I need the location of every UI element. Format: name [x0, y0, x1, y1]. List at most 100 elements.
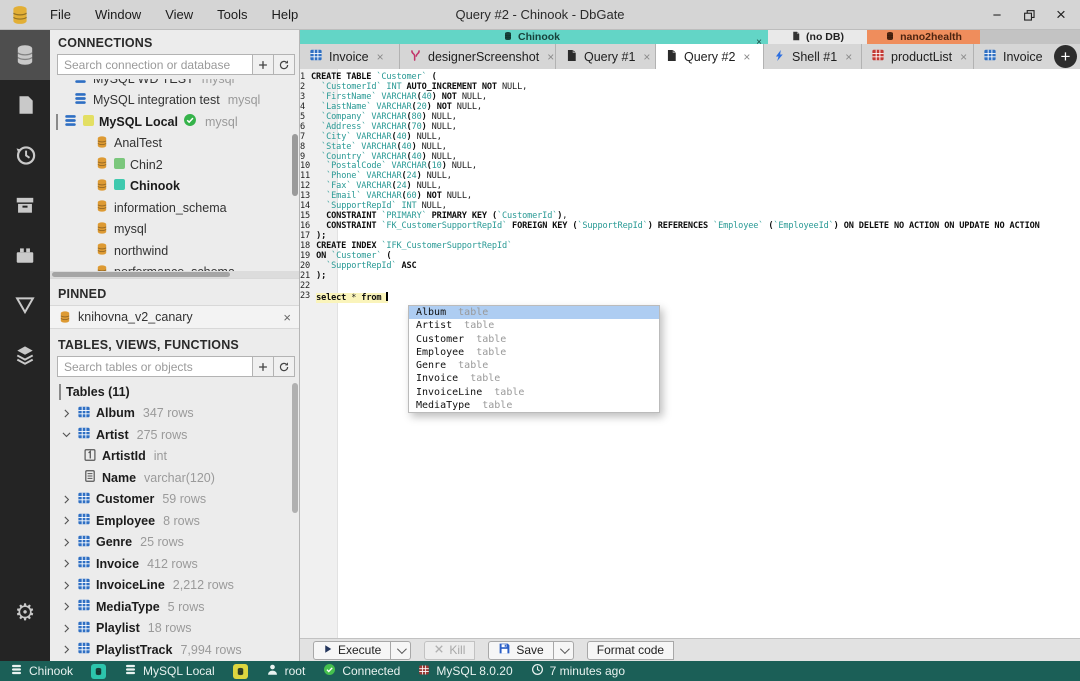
autocomplete-item-customer[interactable]: Customer table	[409, 333, 659, 346]
statusbar-database-label: Chinook	[29, 664, 74, 678]
button-label: Execute	[338, 643, 382, 657]
settings-icon[interactable]: ⚙	[0, 587, 50, 637]
button-label: Format code	[596, 643, 665, 657]
table-item[interactable]: Invoice 412 rows	[50, 553, 299, 575]
execute-button[interactable]: Execute	[313, 640, 392, 660]
menu-file[interactable]: File	[40, 3, 81, 26]
table-item[interactable]: PlaylistTrack 7,994 rows	[50, 639, 299, 661]
statusbar-last-refresh[interactable]: 7 minutes ago	[531, 663, 625, 679]
statusbar-server-version[interactable]: MySQL 8.0.20	[418, 664, 513, 679]
autocomplete-item-genre[interactable]: Genre table	[409, 359, 659, 372]
autocomplete-item-invoiceline[interactable]: InvoiceLine table	[409, 386, 659, 399]
unpin-close-icon[interactable]: ×	[283, 310, 291, 325]
history-icon[interactable]	[0, 130, 50, 180]
format-code-button[interactable]: Format code	[586, 640, 675, 660]
engine-label: mysql	[199, 79, 235, 86]
statusbar-user[interactable]: root	[266, 663, 305, 679]
database-item[interactable]: northwind	[50, 240, 299, 262]
add-object-button[interactable]	[253, 356, 274, 377]
objects-vertical-scrollbar[interactable]	[292, 383, 298, 513]
add-connection-button[interactable]	[253, 54, 274, 75]
tab-invoice[interactable]: Invoice ×	[300, 44, 400, 69]
tab-label: Query #1	[584, 49, 636, 64]
pinned-item[interactable]: knihovna_v2_canary ×	[50, 305, 299, 329]
refresh-objects-button[interactable]	[274, 356, 295, 377]
menu-view[interactable]: View	[155, 3, 203, 26]
tab-group-chinook[interactable]: Chinook ×	[300, 30, 768, 48]
table-item[interactable]: Employee 8 rows	[50, 510, 299, 532]
files-icon[interactable]	[0, 80, 50, 130]
execute-dropdown-button[interactable]	[391, 640, 412, 660]
column-item[interactable]: Name varchar(120)	[50, 467, 299, 489]
menu-help[interactable]: Help	[262, 3, 309, 26]
statusbar-database[interactable]: Chinook	[10, 663, 73, 679]
table-item[interactable]: MediaType 5 rows	[50, 596, 299, 618]
new-tab-button[interactable]: +	[1054, 45, 1077, 68]
database-item[interactable]: information_schema	[50, 197, 299, 219]
chevron-right-icon	[60, 493, 72, 505]
connection-item[interactable]: MySQL Local mysql	[50, 111, 299, 133]
database-item[interactable]: AnalTest	[50, 133, 299, 155]
autocomplete-item-invoice[interactable]: Invoice table	[409, 372, 659, 385]
maximize-button[interactable]	[1020, 6, 1038, 24]
tab-query-2[interactable]: Query #2 ×	[656, 44, 764, 69]
database-label: northwind	[114, 243, 169, 258]
table-icon	[77, 598, 91, 615]
menu-window[interactable]: Window	[85, 3, 151, 26]
refresh-connections-button[interactable]	[274, 54, 295, 75]
statusbar-connection-status[interactable]: Connected	[323, 663, 400, 679]
database-item[interactable]: Chinook	[50, 176, 299, 198]
tab-shell-1[interactable]: Shell #1 ×	[764, 44, 862, 69]
autocomplete-item-artist[interactable]: Artist table	[409, 319, 659, 332]
table-item[interactable]: Artist 275 rows	[50, 424, 299, 446]
close-button[interactable]: ×	[1052, 5, 1070, 24]
filter-icon[interactable]	[0, 280, 50, 330]
minimize-button[interactable]: −	[988, 6, 1006, 24]
archive-icon[interactable]	[0, 180, 50, 230]
table-item[interactable]: Album 347 rows	[50, 403, 299, 425]
database-item[interactable]: Chin2	[50, 154, 299, 176]
menu-bar: File Window View Tools Help Query #2 - Chino…	[0, 0, 1080, 30]
menu-tools[interactable]: Tools	[207, 3, 257, 26]
file-icon	[565, 49, 578, 65]
table-item[interactable]: Playlist 18 rows	[50, 618, 299, 640]
statusbar-connection[interactable]: MySQL Local	[124, 663, 215, 679]
save-dropdown-button[interactable]	[553, 640, 574, 660]
connections-horizontal-scrollbar[interactable]	[50, 271, 299, 278]
tab-productlist[interactable]: productList ×	[862, 44, 974, 69]
layers-icon[interactable]	[0, 330, 50, 380]
table-icon	[77, 512, 91, 529]
close-tab-icon: ×	[960, 49, 968, 64]
database-icon[interactable]	[0, 30, 50, 80]
autocomplete-item-album[interactable]: Album table	[409, 306, 659, 320]
statusbar-connection-color	[232, 663, 248, 679]
table-icon	[77, 555, 91, 572]
tab-group-nano2health[interactable]: nano2health	[867, 30, 980, 44]
save-button[interactable]: Save	[488, 640, 554, 660]
connections-vertical-scrollbar[interactable]	[292, 134, 298, 196]
autocomplete-item-employee[interactable]: Employee table	[409, 346, 659, 359]
sql-editor[interactable]: 1 CREATE TABLE `Customer` (2 `CustomerId`…	[300, 69, 1080, 638]
plugins-icon[interactable]	[0, 230, 50, 280]
kill-button[interactable]: Kill	[424, 640, 476, 660]
table-item[interactable]: Genre 25 rows	[50, 532, 299, 554]
table-item[interactable]: InvoiceLine 2,212 rows	[50, 575, 299, 597]
connection-item[interactable]: MySQL integration test mysql	[50, 90, 299, 112]
left-panel: CONNECTIONS MySQL WD TESTmysqlMySQL inte…	[50, 30, 300, 661]
color-badge	[114, 157, 125, 172]
autocomplete-item-mediatype[interactable]: MediaType table	[409, 399, 659, 412]
column-item[interactable]: ArtistId int	[50, 446, 299, 468]
table-label: Customer	[96, 492, 155, 507]
statusbar-database-color[interactable]	[91, 663, 107, 679]
objects-search-input[interactable]	[57, 356, 253, 377]
tree-group-tables[interactable]: Tables (11)	[50, 381, 299, 403]
database-item[interactable]: mysql	[50, 219, 299, 241]
connections-search-input[interactable]	[57, 54, 253, 75]
tab-group--no-db-[interactable]: (no DB)	[768, 30, 867, 44]
connection-item[interactable]: MySQL WD TEST mysql	[50, 79, 299, 90]
tab-designerscreenshot[interactable]: designerScreenshot ×	[400, 44, 556, 69]
table-label: Artist	[96, 427, 129, 442]
table-item[interactable]: Customer 59 rows	[50, 489, 299, 511]
tab-query-1[interactable]: Query #1 ×	[556, 44, 656, 69]
statusbar-connection-color[interactable]	[232, 663, 248, 679]
